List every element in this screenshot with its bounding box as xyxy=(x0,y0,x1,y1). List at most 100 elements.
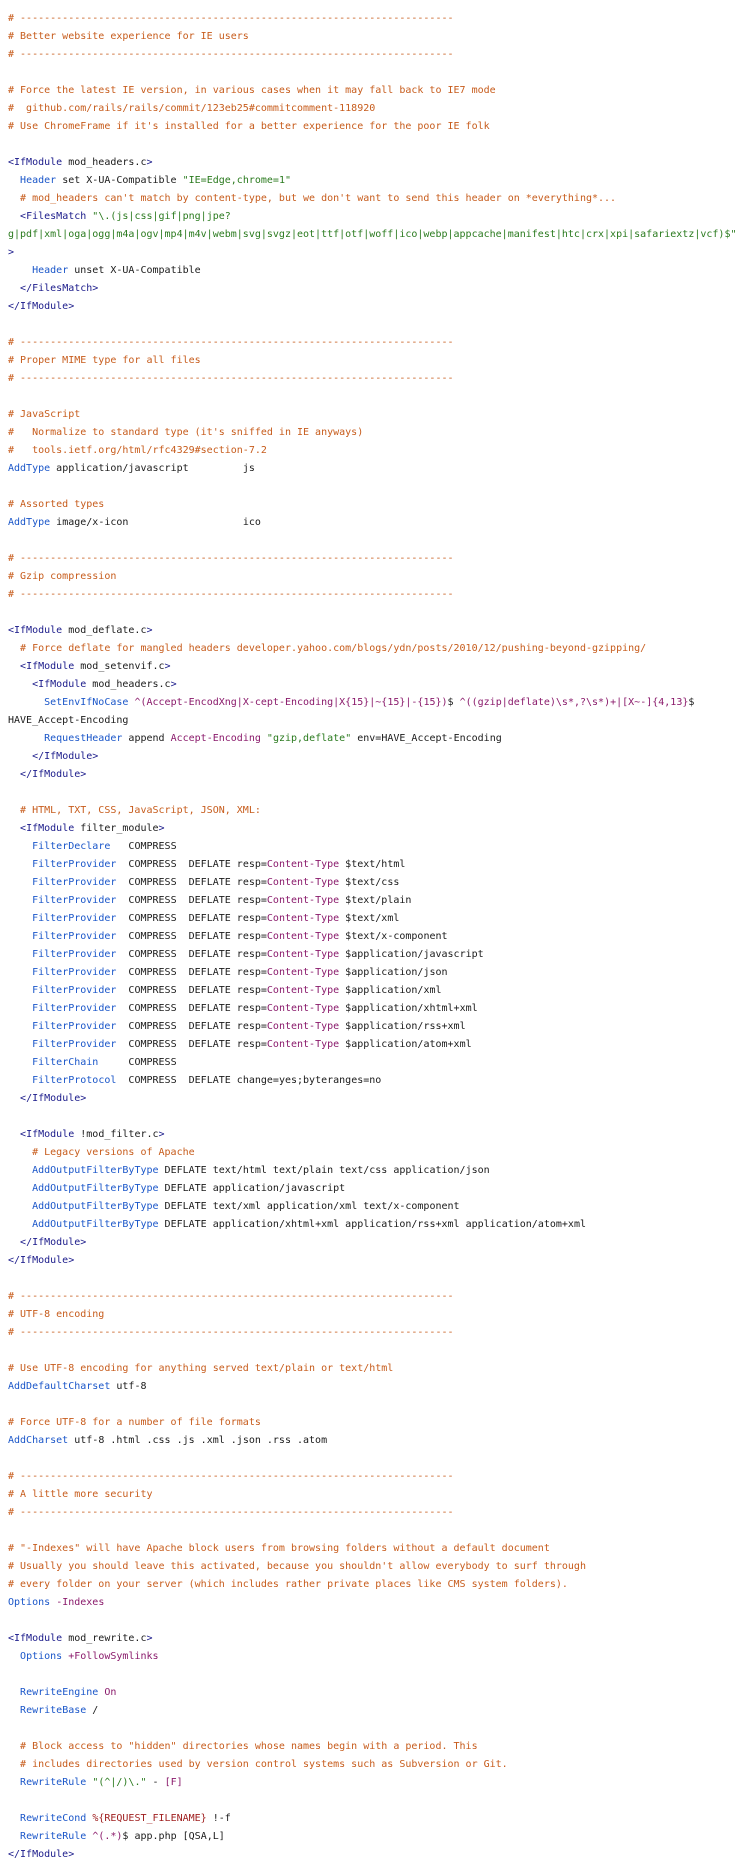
code-line: g|pdf|xml|oga|ogg|m4a|ogv|mp4|m4v|webm|s… xyxy=(8,226,742,244)
code-line: Header unset X-UA-Compatible xyxy=(8,262,742,280)
code-comment: # mod_headers can't match by content-typ… xyxy=(8,193,617,204)
code-tag: <IfModule xyxy=(8,1633,63,1644)
code-text: COMPRESS xyxy=(110,841,177,852)
code-text: mod_headers.c xyxy=(86,679,171,690)
code-comment: # every folder on your server (which inc… xyxy=(8,1579,568,1590)
code-keyword: Content-Type xyxy=(266,1039,340,1050)
code-line: # Gzip compression xyxy=(8,568,742,586)
code-line: # Force the latest IE version, in variou… xyxy=(8,82,742,100)
code-keyword: ^((gzip|deflate)\s*,?\s*)+|[X~-]{4,13} xyxy=(459,697,689,708)
code-tag: > xyxy=(146,1633,153,1644)
code-tag: <IfModule xyxy=(8,625,63,636)
code-directive: Header xyxy=(20,175,57,186)
code-line: RequestHeader append Accept-Encoding "gz… xyxy=(8,730,742,748)
code-line: # Force UTF-8 for a number of file forma… xyxy=(8,1414,742,1432)
code-comment: # tools.ietf.org/html/rfc4329#section-7.… xyxy=(8,445,267,456)
code-text: $text/html xyxy=(339,859,406,870)
code-keyword: Content-Type xyxy=(266,913,340,924)
code-line: <IfModule mod_rewrite.c> xyxy=(8,1630,742,1648)
code-text: $text/plain xyxy=(339,895,412,906)
code-directive: AddType xyxy=(8,517,51,528)
code-line: # Legacy versions of Apache xyxy=(8,1144,742,1162)
code-line: <IfModule mod_setenvif.c> xyxy=(8,658,742,676)
code-directive: AddType xyxy=(8,463,51,474)
code-tag: > xyxy=(8,247,15,258)
code-directive: FilterProvider xyxy=(32,967,117,978)
code-line: # HTML, TXT, CSS, JavaScript, JSON, XML: xyxy=(8,802,742,820)
code-line: FilterProvider COMPRESS DEFLATE resp=Con… xyxy=(8,892,742,910)
code-comment: # Normalize to standard type (it's sniff… xyxy=(8,427,364,438)
code-line: # --------------------------------------… xyxy=(8,10,742,28)
code-string: g|pdf|xml|oga|ogg|m4a|ogv|mp4|m4v|webm|s… xyxy=(8,229,737,240)
code-line: FilterProvider COMPRESS DEFLATE resp=Con… xyxy=(8,874,742,892)
code-tag: <IfModule xyxy=(20,823,75,834)
code-comment: # Gzip compression xyxy=(8,571,117,582)
code-keyword: Content-Type xyxy=(266,967,340,978)
code-directive: FilterProvider xyxy=(32,913,117,924)
code-comment: # Force UTF-8 for a number of file forma… xyxy=(8,1417,261,1428)
code-line: </IfModule> xyxy=(8,1234,742,1252)
code-tag: </IfModule> xyxy=(8,1849,75,1860)
code-text: $text/x-component xyxy=(339,931,448,942)
code-text: !-f xyxy=(206,1813,231,1824)
code-line: AddOutputFilterByType DEFLATE applicatio… xyxy=(8,1216,742,1234)
code-line: # --------------------------------------… xyxy=(8,370,742,388)
code-tag: <FilesMatch xyxy=(20,211,87,222)
code-text: unset X-UA-Compatible xyxy=(68,265,201,276)
code-comment: # --------------------------------------… xyxy=(8,1327,454,1338)
code-line: <IfModule mod_deflate.c> xyxy=(8,622,742,640)
code-directive: RewriteCond xyxy=(20,1813,87,1824)
code-line: <IfModule mod_headers.c> xyxy=(8,676,742,694)
code-text: mod_rewrite.c xyxy=(62,1633,147,1644)
code-tag: </IfModule> xyxy=(20,1237,87,1248)
code-comment: # UTF-8 encoding xyxy=(8,1309,105,1320)
code-comment: # Use ChromeFrame if it's installed for … xyxy=(8,121,490,132)
code-text: mod_setenvif.c xyxy=(74,661,165,672)
code-directive: AddOutputFilterByType xyxy=(32,1219,159,1230)
code-line: # JavaScript xyxy=(8,406,742,424)
code-tag: </IfModule> xyxy=(8,301,75,312)
code-tag: </IfModule> xyxy=(20,769,87,780)
code-text: $ app.php [QSA,L] xyxy=(122,1831,225,1842)
code-text: COMPRESS DEFLATE resp= xyxy=(116,859,267,870)
code-string: "IE=Edge,chrome=1" xyxy=(182,175,291,186)
code-directive: AddOutputFilterByType xyxy=(32,1183,159,1194)
code-text: COMPRESS DEFLATE resp= xyxy=(116,967,267,978)
code-line: FilterDeclare COMPRESS xyxy=(8,838,742,856)
code-text: utf-8 .html .css .js .xml .json .rss .at… xyxy=(68,1435,328,1446)
code-keyword: [F] xyxy=(164,1777,183,1788)
code-text: $application/atom+xml xyxy=(339,1039,472,1050)
code-text: $application/javascript xyxy=(339,949,484,960)
code-text: $ xyxy=(688,697,695,708)
code-tag: > xyxy=(164,661,171,672)
code-tag: > xyxy=(146,157,153,168)
code-directive: FilterChain xyxy=(32,1057,99,1068)
code-text: DEFLATE application/xhtml+xml applicatio… xyxy=(158,1219,586,1230)
code-comment: # --------------------------------------… xyxy=(8,337,454,348)
code-line: <FilesMatch "\.(js|css|gif|png|jpe? xyxy=(8,208,742,226)
code-tag: <IfModule xyxy=(32,679,87,690)
code-keyword: Accept-Encoding xyxy=(170,733,261,744)
code-line: FilterProvider COMPRESS DEFLATE resp=Con… xyxy=(8,1018,742,1036)
